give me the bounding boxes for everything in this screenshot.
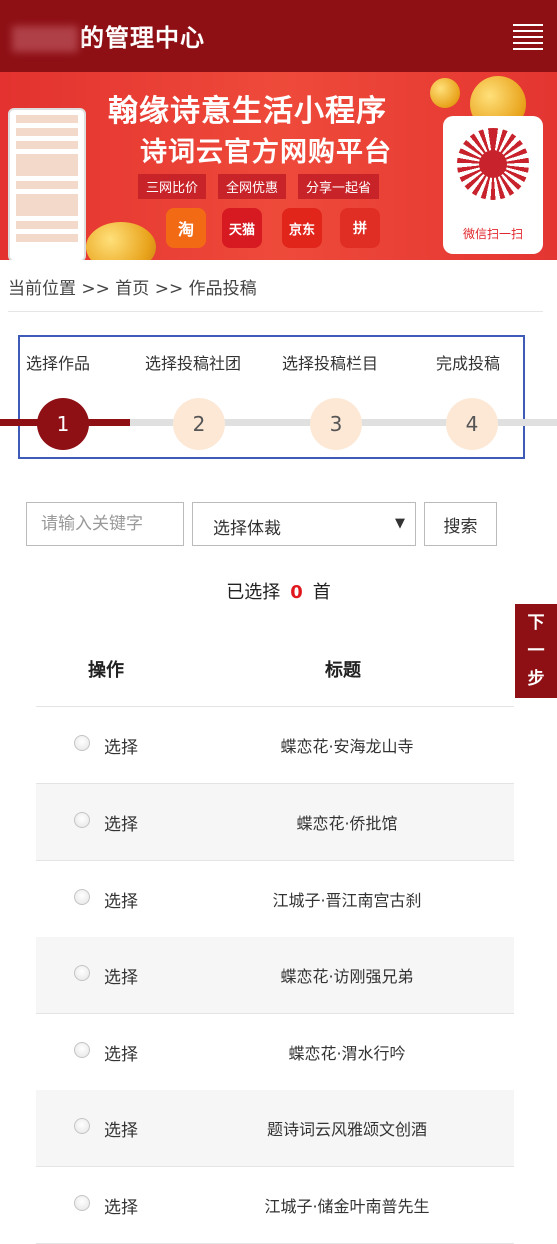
redacted-username (12, 26, 78, 52)
column-header-action: 操作 (88, 660, 124, 681)
top-bar: 的管理中心 (0, 0, 557, 72)
selected-prefix: 已选择 (226, 582, 281, 603)
dropdown-arrow-icon: ▼ (395, 516, 405, 531)
work-title: 蝶恋花·访刚强兄弟 (280, 967, 414, 986)
step-label-2: 选择投稿社团 (145, 354, 242, 373)
genre-select[interactable]: 选择体裁 ▼ (192, 502, 416, 546)
keyword-input[interactable] (26, 502, 184, 546)
select-label[interactable]: 选择 (104, 733, 138, 758)
banner-tag: 三网比价 (138, 174, 207, 199)
page-title: 的管理中心 (12, 18, 205, 53)
step-label-1: 选择作品 (26, 354, 91, 373)
next-step-button[interactable]: 下 一 步 (515, 604, 557, 698)
taobao-icon: 淘 (166, 208, 206, 248)
divider (8, 311, 543, 312)
table-row[interactable]: 选择 蝶恋花·侨批馆 (36, 784, 514, 861)
table-row[interactable]: 选择 江城子·储金叶南普先生 (36, 1167, 514, 1244)
select-label[interactable]: 选择 (104, 1193, 138, 1218)
select-radio[interactable] (74, 965, 90, 981)
step-circle-3: 3 (310, 398, 362, 450)
selected-count-value: 0 (290, 582, 303, 603)
menu-icon[interactable] (513, 24, 543, 50)
select-radio[interactable] (74, 1042, 90, 1058)
qr-code-pattern (457, 128, 529, 200)
jd-icon: 京东 (282, 208, 322, 248)
table-row[interactable]: 选择 题诗词云风雅颂文创酒 (36, 1090, 514, 1167)
select-label[interactable]: 选择 (104, 887, 138, 912)
page-title-text: 的管理中心 (80, 24, 205, 52)
coin-icon (86, 222, 156, 260)
phone-mockup-image (8, 108, 86, 260)
table-row[interactable]: 选择 蝶恋花·访刚强兄弟 (36, 937, 514, 1014)
select-label[interactable]: 选择 (104, 963, 138, 988)
select-radio[interactable] (74, 735, 90, 751)
selected-suffix: 首 (312, 582, 331, 603)
table-row[interactable]: 选择 江城子·晋江南宫古刹 (36, 861, 514, 938)
column-header-title: 标题 (325, 660, 361, 681)
coin-icon (430, 78, 460, 108)
banner-tag: 全网优惠 (218, 174, 287, 199)
banner-subheadline: 诗词云官方网购平台 (140, 137, 392, 168)
step-label-4: 完成投稿 (436, 354, 501, 373)
step-circle-4: 4 (446, 398, 498, 450)
work-title: 蝶恋花·渭水行吟 (288, 1044, 406, 1063)
banner-headline: 翰缘诗意生活小程序 (108, 94, 387, 129)
qr-label: 微信扫一扫 (462, 227, 523, 241)
select-label[interactable]: 选择 (104, 810, 138, 835)
step-circle-1: 1 (37, 398, 89, 450)
select-label[interactable]: 选择 (104, 1116, 138, 1141)
work-title: 蝶恋花·安海龙山寺 (280, 737, 414, 756)
qr-code: 微信扫一扫 (443, 116, 543, 254)
selected-count: 已选择 0 首 (0, 578, 557, 604)
select-radio[interactable] (74, 1118, 90, 1134)
select-radio[interactable] (74, 889, 90, 905)
work-title: 蝶恋花·侨批馆 (296, 814, 398, 833)
table-row[interactable]: 选择 蝶恋花·安海龙山寺 (36, 707, 514, 784)
tmall-icon: 天猫 (222, 208, 262, 248)
select-radio[interactable] (74, 812, 90, 828)
step-label-3: 选择投稿栏目 (282, 354, 379, 373)
table-row[interactable]: 选择 蝶恋花·渭水行吟 (36, 1014, 514, 1091)
promo-banner[interactable]: 翰缘诗意生活小程序 诗词云官方网购平台 三网比价 全网优惠 分享一起省 淘 天猫… (0, 72, 557, 260)
genre-select-value: 选择体裁 (213, 519, 281, 539)
work-title: 江城子·晋江南宫古刹 (272, 891, 422, 910)
pinduoduo-icon: 拼 (340, 208, 380, 248)
step-circle-2: 2 (173, 398, 225, 450)
select-radio[interactable] (74, 1195, 90, 1211)
breadcrumb: 当前位置 >> 首页 >> 作品投稿 (8, 279, 257, 299)
banner-tag: 分享一起省 (298, 174, 380, 199)
work-title: 题诗词云风雅颂文创酒 (266, 1120, 427, 1139)
search-button[interactable]: 搜索 (424, 502, 497, 546)
banner-tags: 三网比价 全网优惠 分享一起省 (138, 174, 380, 199)
work-title: 江城子·储金叶南普先生 (264, 1197, 430, 1216)
select-label[interactable]: 选择 (104, 1040, 138, 1065)
